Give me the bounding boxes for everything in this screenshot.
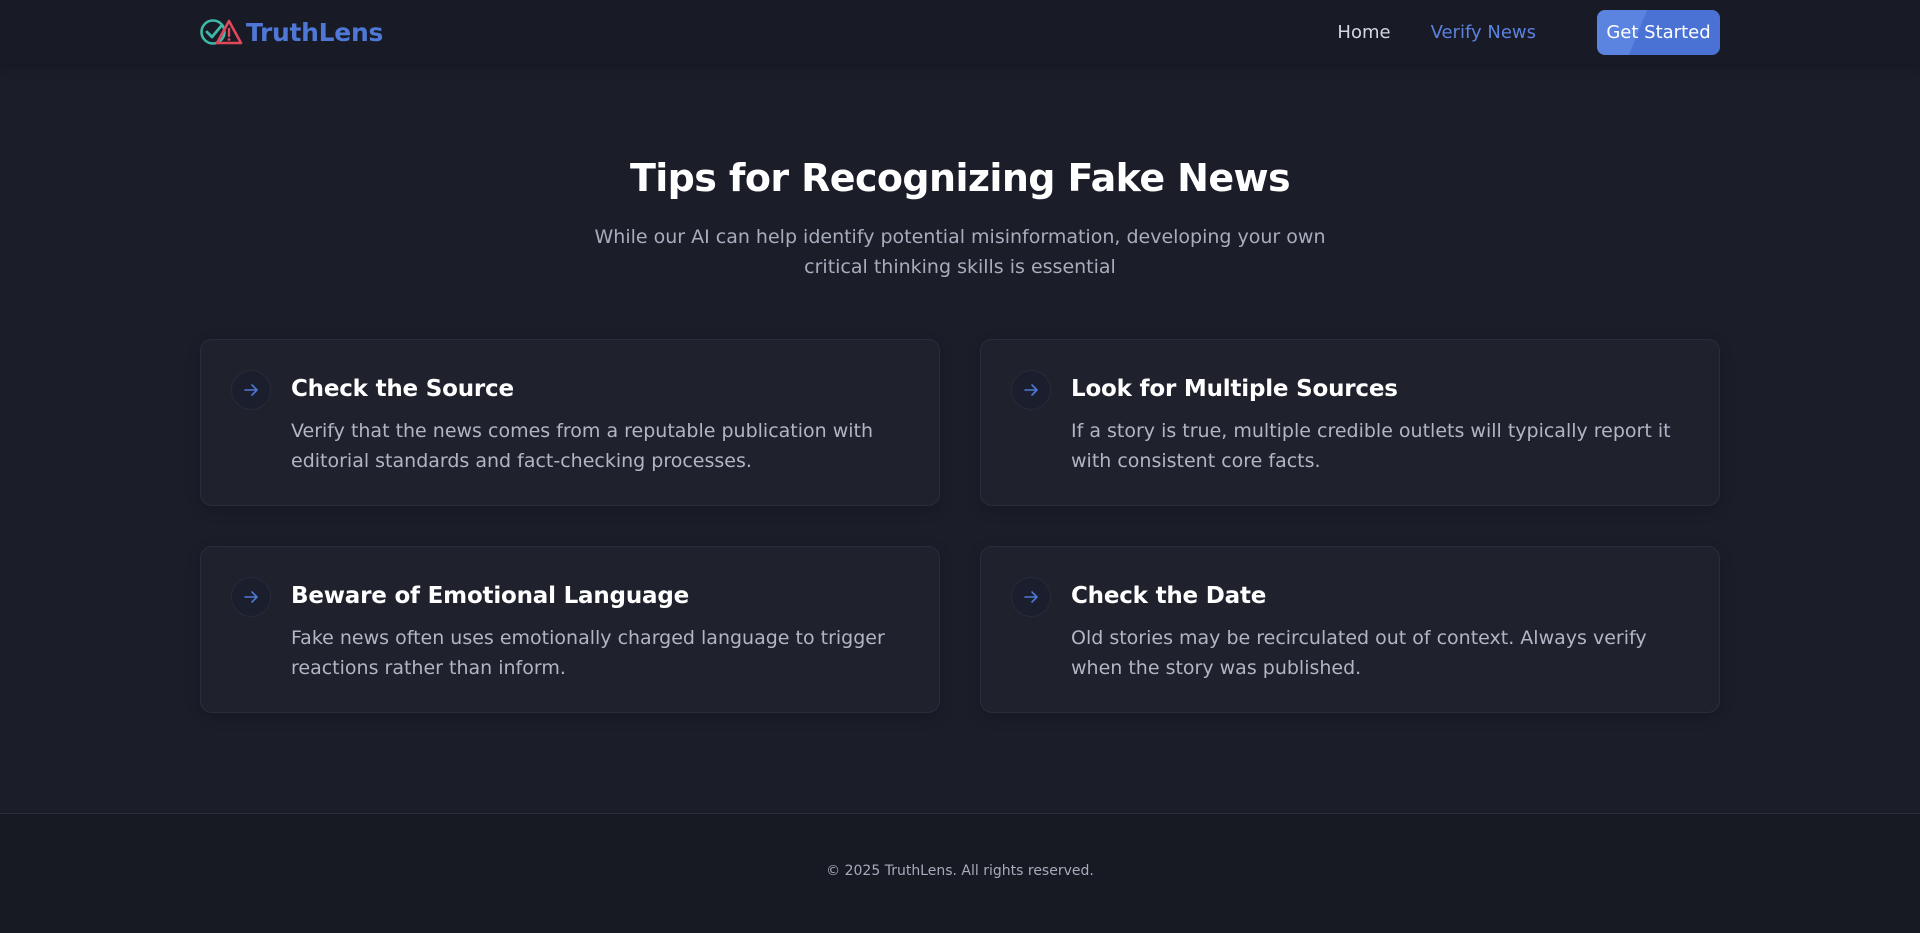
hero-section: Tips for Recognizing Fake News While our… (0, 150, 1920, 282)
tip-description: Old stories may be recirculated out of c… (1071, 627, 1647, 679)
nav-link-verify-news[interactable]: Verify News (1431, 22, 1536, 43)
check-warning-logo-icon (200, 19, 243, 45)
navbar-inner: TruthLens Home Verify News Get Started (200, 0, 1720, 64)
tip-card-check-source: Check the Source Verify that the news co… (200, 339, 940, 506)
arrow-right-icon (244, 591, 258, 603)
nav-link-home[interactable]: Home (1337, 22, 1390, 43)
tip-card-check-date: Check the Date Old stories may be recirc… (980, 546, 1720, 713)
nav-links: Home Verify News Get Started (1337, 9, 1720, 55)
tip-card-multiple-sources: Look for Multiple Sources If a story is … (980, 339, 1720, 506)
tip-title: Look for Multiple Sources (1071, 376, 1398, 402)
brand-name: TruthLens (246, 17, 384, 47)
get-started-button[interactable]: Get Started (1597, 9, 1720, 55)
tip-description: If a story is true, multiple credible ou… (1071, 420, 1671, 472)
page-subtitle: While our AI can help identify potential… (594, 226, 1326, 278)
tip-description: Verify that the news comes from a reputa… (291, 420, 874, 472)
copyright-text: © 2025 TruthLens. All rights reserved. (826, 863, 1094, 879)
footer: © 2025 TruthLens. All rights reserved. (0, 813, 1920, 933)
tip-title: Beware of Emotional Language (291, 583, 689, 609)
page-title: Tips for Recognizing Fake News (629, 156, 1291, 200)
tip-icon-badge (231, 370, 271, 410)
tip-description: Fake news often uses emotionally charged… (291, 627, 885, 679)
navbar: TruthLens Home Verify News Get Started (0, 0, 1920, 64)
tip-icon-badge (1011, 370, 1051, 410)
arrow-right-icon (244, 384, 258, 396)
tip-icon-badge (231, 577, 271, 617)
tip-title: Check the Date (1071, 583, 1267, 609)
tip-icon-badge (1011, 577, 1051, 617)
tip-title: Check the Source (291, 376, 514, 402)
brand-logo-link[interactable]: TruthLens (200, 16, 383, 48)
arrow-right-icon (1024, 591, 1038, 603)
arrow-right-icon (1024, 384, 1038, 396)
tip-card-emotional-language: Beware of Emotional Language Fake news o… (200, 546, 940, 713)
